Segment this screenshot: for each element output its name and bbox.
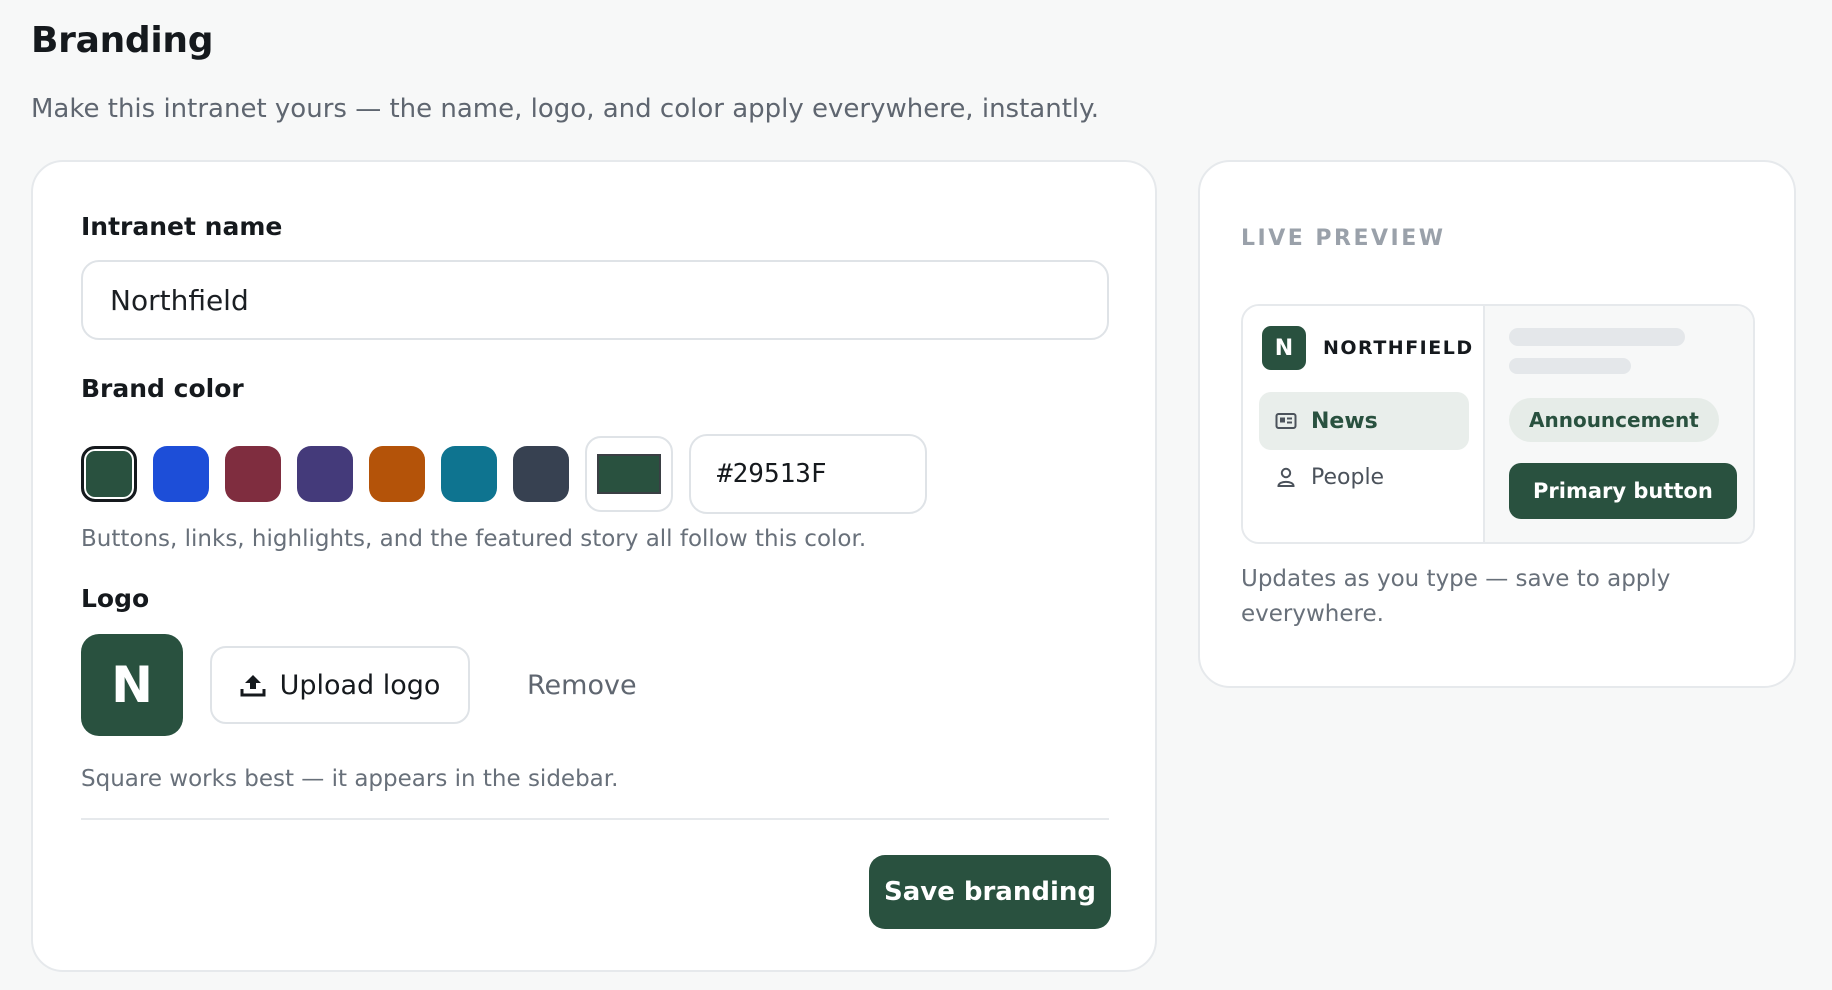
custom-color-preview [597,454,661,494]
preview-badge: Announcement [1509,398,1719,442]
live-preview-card: LIVE PREVIEW N NORTHFIELD News People An… [1198,160,1796,688]
color-swatch-blue[interactable] [153,446,209,502]
preview-nav-label: News [1311,408,1378,434]
color-swatch-indigo[interactable] [297,446,353,502]
preview-nav-item-news: News [1259,392,1469,450]
preview-nav-item-people: People [1259,448,1469,506]
page-title: Branding [31,20,214,61]
custom-color-picker[interactable] [585,436,673,512]
hex-color-input[interactable] [689,434,927,514]
logo-label: Logo [81,584,150,613]
logo-hint: Square works best — it appears in the si… [81,766,619,792]
color-swatch-crimson[interactable] [225,446,281,502]
preview-sidebar: N NORTHFIELD News People [1243,306,1485,542]
preview-primary-button: Primary button [1509,463,1737,519]
color-swatch-orange[interactable] [369,446,425,502]
live-preview-heading: LIVE PREVIEW [1241,226,1446,251]
preview-note: Updates as you type — save to apply ever… [1241,566,1671,627]
skeleton-line [1509,328,1685,346]
save-branding-button[interactable]: Save branding [869,855,1111,929]
logo-preview: N [81,634,183,736]
person-icon [1275,466,1297,488]
remove-logo-button[interactable]: Remove [527,646,637,724]
upload-logo-label: Upload logo [279,669,441,701]
brand-color-label: Brand color [81,374,244,403]
preview-mockup: N NORTHFIELD News People Announcement Pr… [1241,304,1755,544]
newspaper-icon [1275,412,1297,430]
preview-app-name: NORTHFIELD [1323,337,1474,359]
brand-color-hint: Buttons, links, highlights, and the feat… [81,526,867,552]
color-swatch-row [81,434,927,514]
preview-nav-label: People [1311,464,1385,490]
color-swatch-green[interactable] [81,446,137,502]
form-divider [81,818,1109,820]
color-swatch-teal[interactable] [441,446,497,502]
upload-icon [240,673,266,697]
intranet-name-input[interactable] [81,260,1109,340]
color-swatch-slate[interactable] [513,446,569,502]
page-subtitle: Make this intranet yours — the name, log… [31,94,1100,124]
skeleton-line [1509,358,1631,374]
branding-settings-card: Intranet name Brand color Buttons, links… [31,160,1157,972]
intranet-name-label: Intranet name [81,212,283,241]
upload-logo-button[interactable]: Upload logo [210,646,470,724]
preview-logo: N [1262,326,1306,370]
preview-content: Announcement Primary button [1485,306,1753,542]
